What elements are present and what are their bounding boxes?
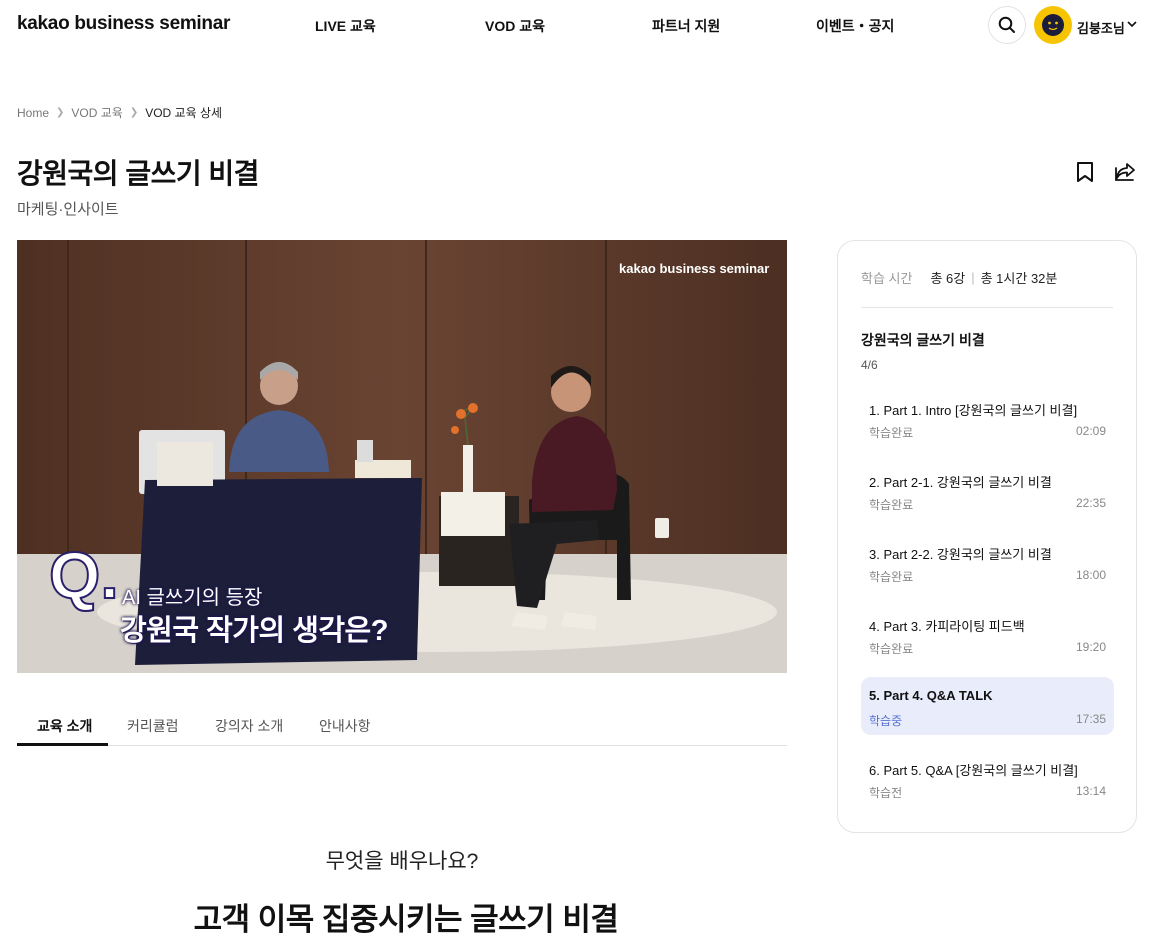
lesson-duration: 13:14	[1075, 784, 1106, 798]
nav-event[interactable]: 이벤트・공지	[816, 16, 894, 36]
course-category: 마케팅·인사이트	[17, 201, 119, 218]
total-lessons: 총 6강	[930, 271, 966, 286]
tab-notice[interactable]: 안내사항	[319, 716, 371, 736]
lesson-item[interactable]: 2. Part 2-1. 강원국의 글쓰기 비결 학습완료 22:35	[861, 461, 1114, 519]
lesson-duration: 22:35	[1075, 496, 1106, 510]
breadcrumb-home[interactable]: Home	[17, 106, 49, 120]
nav-vod[interactable]: VOD 교육	[485, 16, 545, 36]
site-header: kakao business seminar LIVE 교육 VOD 교육 파트…	[0, 0, 1152, 50]
panel-course-name: 강원국의 글쓰기 비결	[861, 332, 985, 348]
stats-divider: |	[971, 270, 975, 285]
lesson-item[interactable]: 3. Part 2-2. 강원국의 글쓰기 비결 학습완료 18:00	[861, 533, 1114, 591]
avatar[interactable]	[1034, 6, 1072, 44]
intro-question: 무엇을 배우나요?	[325, 850, 479, 873]
breadcrumb: Home ❯ VOD 교육 ❯ VOD 교육 상세	[17, 104, 222, 121]
study-stats: 학습 시간 총 6강 | 총 1시간 32분	[861, 268, 1057, 287]
lesson-title: 4. Part 3. 카피라이팅 피드백	[869, 619, 1025, 634]
total-time: 총 1시간 32분	[980, 271, 1058, 286]
video-player[interactable]: kakao business seminar Q. AI 글쓰기의 등장 강원국…	[17, 240, 787, 673]
lesson-title: 1. Part 1. Intro [강원국의 글쓰기 비결]	[869, 403, 1078, 418]
lesson-list: 1. Part 1. Intro [강원국의 글쓰기 비결] 학습완료 02:0…	[861, 389, 1114, 821]
lesson-status: 학습완료	[869, 498, 914, 512]
lesson-duration: 18:00	[1075, 568, 1106, 582]
breadcrumb-current: VOD 교육 상세	[145, 106, 223, 120]
video-caption-line1: AI 글쓰기의 등장	[122, 587, 263, 609]
breadcrumb-vod[interactable]: VOD 교육	[71, 104, 122, 121]
lesson-item[interactable]: 4. Part 3. 카피라이팅 피드백 학습완료 19:20	[861, 605, 1114, 663]
nav-live[interactable]: LIVE 교육	[315, 16, 376, 36]
lesson-title: 5. Part 4. Q&A TALK	[869, 688, 993, 703]
video-caption-q: Q.	[48, 538, 120, 612]
content-tabs: 교육 소개 커리큘럼 강의자 소개 안내사항	[17, 704, 787, 746]
lesson-duration: 02:09	[1075, 424, 1106, 438]
chevron-down-icon[interactable]	[1127, 20, 1137, 28]
curriculum-panel: 학습 시간 총 6강 | 총 1시간 32분 강원국의 글쓰기 비결 4/6 1…	[837, 240, 1137, 833]
lesson-duration: 17:35	[1075, 712, 1106, 726]
lesson-status: 학습중	[869, 714, 903, 728]
lesson-status: 학습전	[869, 786, 903, 800]
lesson-item[interactable]: 6. Part 5. Q&A [강원국의 글쓰기 비결] 학습전 13:14	[861, 749, 1114, 807]
lesson-status: 학습완료	[869, 426, 914, 440]
divider	[861, 307, 1113, 308]
study-time-label: 학습 시간	[861, 271, 913, 286]
lesson-status: 학습완료	[869, 570, 914, 584]
bookmark-icon[interactable]	[1073, 160, 1097, 184]
site-logo[interactable]: kakao business seminar	[17, 13, 230, 35]
lesson-duration: 19:20	[1075, 640, 1106, 654]
nav-partner[interactable]: 파트너 지원	[652, 16, 720, 36]
video-caption-line2: 강원국 작가의 생각은?	[120, 615, 388, 647]
course-progress: 4/6	[861, 358, 878, 372]
page-title: 강원국의 글쓰기 비결	[17, 158, 259, 189]
lesson-status: 학습완료	[869, 642, 914, 656]
chevron-right-icon: ❯	[129, 107, 139, 118]
lesson-item-current[interactable]: 5. Part 4. Q&A TALK 학습중 17:35	[861, 677, 1114, 735]
video-watermark: kakao business seminar	[619, 261, 770, 276]
user-name[interactable]: 김붕조님	[1077, 18, 1125, 37]
lesson-title: 2. Part 2-1. 강원국의 글쓰기 비결	[869, 475, 1052, 490]
avatar-face-icon	[1042, 14, 1064, 36]
search-icon	[998, 16, 1015, 33]
search-button[interactable]	[988, 6, 1026, 44]
tab-intro[interactable]: 교육 소개	[37, 716, 92, 736]
lesson-title: 3. Part 2-2. 강원국의 글쓰기 비결	[869, 547, 1052, 562]
lesson-item[interactable]: 1. Part 1. Intro [강원국의 글쓰기 비결] 학습완료 02:0…	[861, 389, 1114, 447]
chevron-right-icon: ❯	[56, 107, 65, 118]
tab-curriculum[interactable]: 커리큘럼	[127, 716, 179, 736]
lesson-title: 6. Part 5. Q&A [강원국의 글쓰기 비결]	[869, 763, 1078, 778]
tab-instructor[interactable]: 강의자 소개	[215, 716, 283, 736]
intro-headline: 고객 이목 집중시키는 글쓰기 비결	[193, 902, 619, 937]
share-icon[interactable]	[1113, 160, 1137, 184]
active-tab-indicator	[17, 743, 108, 746]
